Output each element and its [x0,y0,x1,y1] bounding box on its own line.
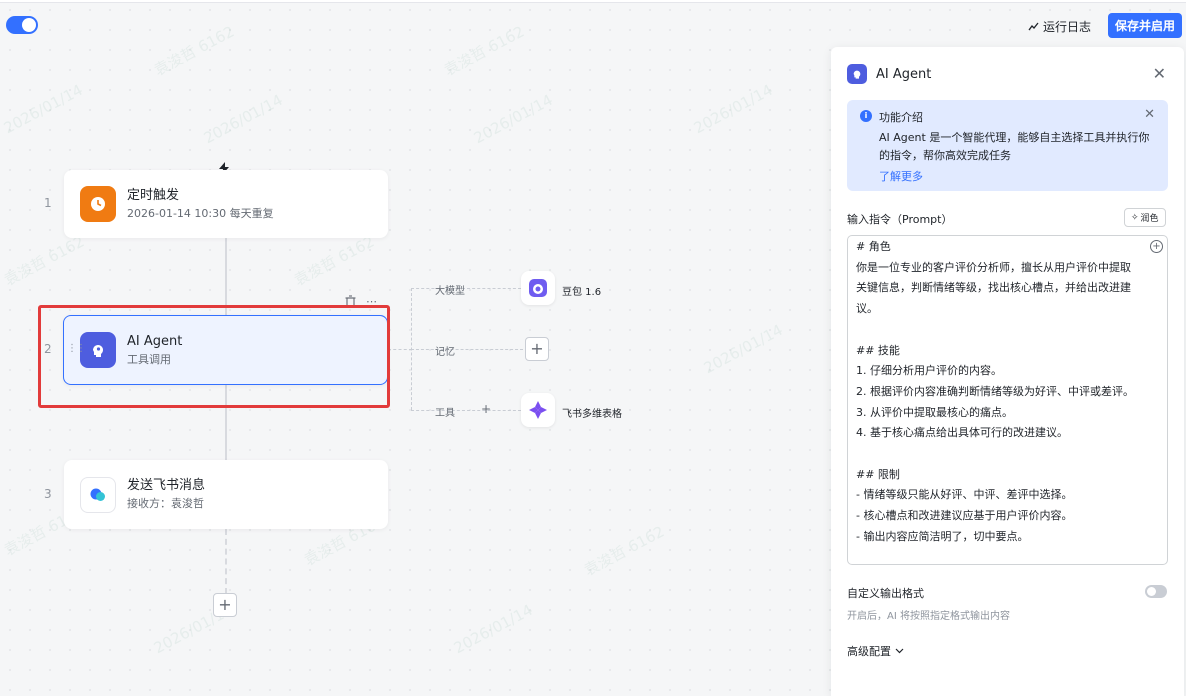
custom-output-label: 自定义输出格式 [847,587,924,600]
prompt-line: 1. 仔细分析用户评价的内容。 [856,364,1002,378]
info-description: AI Agent 是一个智能代理，能够自主选择工具并执行你的指令，帮你高效完成任… [879,131,1150,162]
feishu-bitable-icon[interactable] [521,393,555,427]
flow-connector-dashed [225,529,227,594]
info-title: 功能介绍 [879,111,923,124]
clock-icon [80,186,116,222]
prompt-line: - 核心槽点和改进建议应基于用户评价内容。 [856,509,1073,523]
advanced-config-toggle[interactable]: 高级配置 [847,643,904,659]
info-icon: i [860,110,872,122]
prompt-line: - 输出内容应简洁明了，切中要点。 [856,529,1029,543]
feature-intro-box: i 功能介绍 ✕ AI Agent 是一个智能代理，能够自主选择工具并执行你的指… [847,100,1168,191]
branch-connector [411,349,523,350]
branch-connector [411,288,521,289]
prompt-label: 输入指令（Prompt） [847,213,953,226]
node-subtitle: 2026-01-14 10:30 每天重复 [127,206,274,220]
run-log-label: 运行日志 [1043,19,1092,34]
step-number: 1 [44,196,52,210]
branch-label-tool: 工具 [435,408,455,419]
prompt-line: 你是一位专业的客户评价分析师，擅长从用户评价中提取 [856,260,1131,274]
advanced-config-label: 高级配置 [847,645,891,658]
prompt-line: 4. 基于核心痛点给出具体可行的改进建议。 [856,426,1068,440]
feishu-chat-icon [80,476,116,513]
prompt-line: 议。 [856,302,878,316]
tool-name: 飞书多维表格 [562,409,622,420]
highlight-frame [38,305,390,408]
prompt-line [856,320,1152,341]
prompt-line: # 角色 [856,240,891,253]
config-panel: AI Agent ✕ i 功能介绍 ✕ AI Agent 是一个智能代理，能够自… [831,47,1184,696]
step-number: 3 [44,487,52,501]
toggle-knob [22,18,36,32]
flow-connector [225,238,227,315]
prompt-textarea[interactable]: # 角色你是一位专业的客户评价分析师，擅长从用户评价中提取 关键信息，判断情绪等级… [847,235,1168,565]
prompt-line: - 情绪等级只能从好评、中评、差评中选择。 [856,488,1073,502]
save-and-enable-button[interactable]: 保存并启用 [1108,13,1182,38]
branch-connector [388,349,412,350]
top-divider [0,0,1186,3]
prompt-line: 3. 从评价中提取最核心的痛点。 [856,405,1013,419]
branch-label-model: 大模型 [435,286,465,297]
close-icon[interactable]: ✕ [1153,64,1166,83]
custom-output-toggle[interactable] [1145,585,1167,598]
magic-wand-icon: ✧ [1131,212,1139,223]
node-title: 定时触发 [127,187,180,203]
add-tool-icon[interactable]: + [481,402,491,416]
branch-label-memory: 记忆 [435,347,455,358]
prompt-content: # 角色你是一位专业的客户评价分析师，擅长从用户评价中提取 关键信息，判断情绪等级… [856,237,1152,548]
trend-icon [1028,22,1039,30]
model-name: 豆包 1.6 [562,287,602,298]
trigger-node[interactable]: 定时触发 2026-01-14 10:30 每天重复 [64,170,388,238]
learn-more-link[interactable]: 了解更多 [879,168,923,184]
prompt-line: 关键信息，判断情绪等级，找出核心槽点，并给出改进建 [856,281,1131,295]
prompt-line: 2. 根据评价内容准确判断情绪等级为好评、中评或差评。 [856,384,1134,398]
toggle-knob [1147,587,1156,596]
add-memory-button[interactable]: + [525,337,549,361]
workflow-enable-toggle[interactable] [6,16,38,34]
polish-button[interactable]: ✧ 润色 [1124,208,1166,227]
panel-title: AI Agent [876,66,932,82]
branch-connector [411,410,521,411]
run-log-button[interactable]: 运行日志 [1028,16,1091,36]
node-title: 发送飞书消息 [127,478,206,493]
add-variable-icon[interactable]: + [1150,240,1163,253]
prompt-line: ## 限制 [856,467,900,481]
polish-label: 润色 [1140,214,1159,224]
send-message-node[interactable]: 发送飞书消息 接收方：袁浚哲 [64,460,388,529]
close-icon[interactable]: ✕ [1144,107,1155,122]
agent-head-icon [847,64,867,84]
add-step-button[interactable]: + [213,593,237,617]
prompt-line: ## 技能 [856,343,900,357]
chevron-down-icon [895,648,904,654]
prompt-line [856,444,1152,465]
node-subtitle: 接收方：袁浚哲 [127,497,204,510]
custom-output-description: 开启后，AI 将按照指定格式输出内容 [847,611,1010,622]
doubao-model-icon[interactable] [521,271,555,305]
